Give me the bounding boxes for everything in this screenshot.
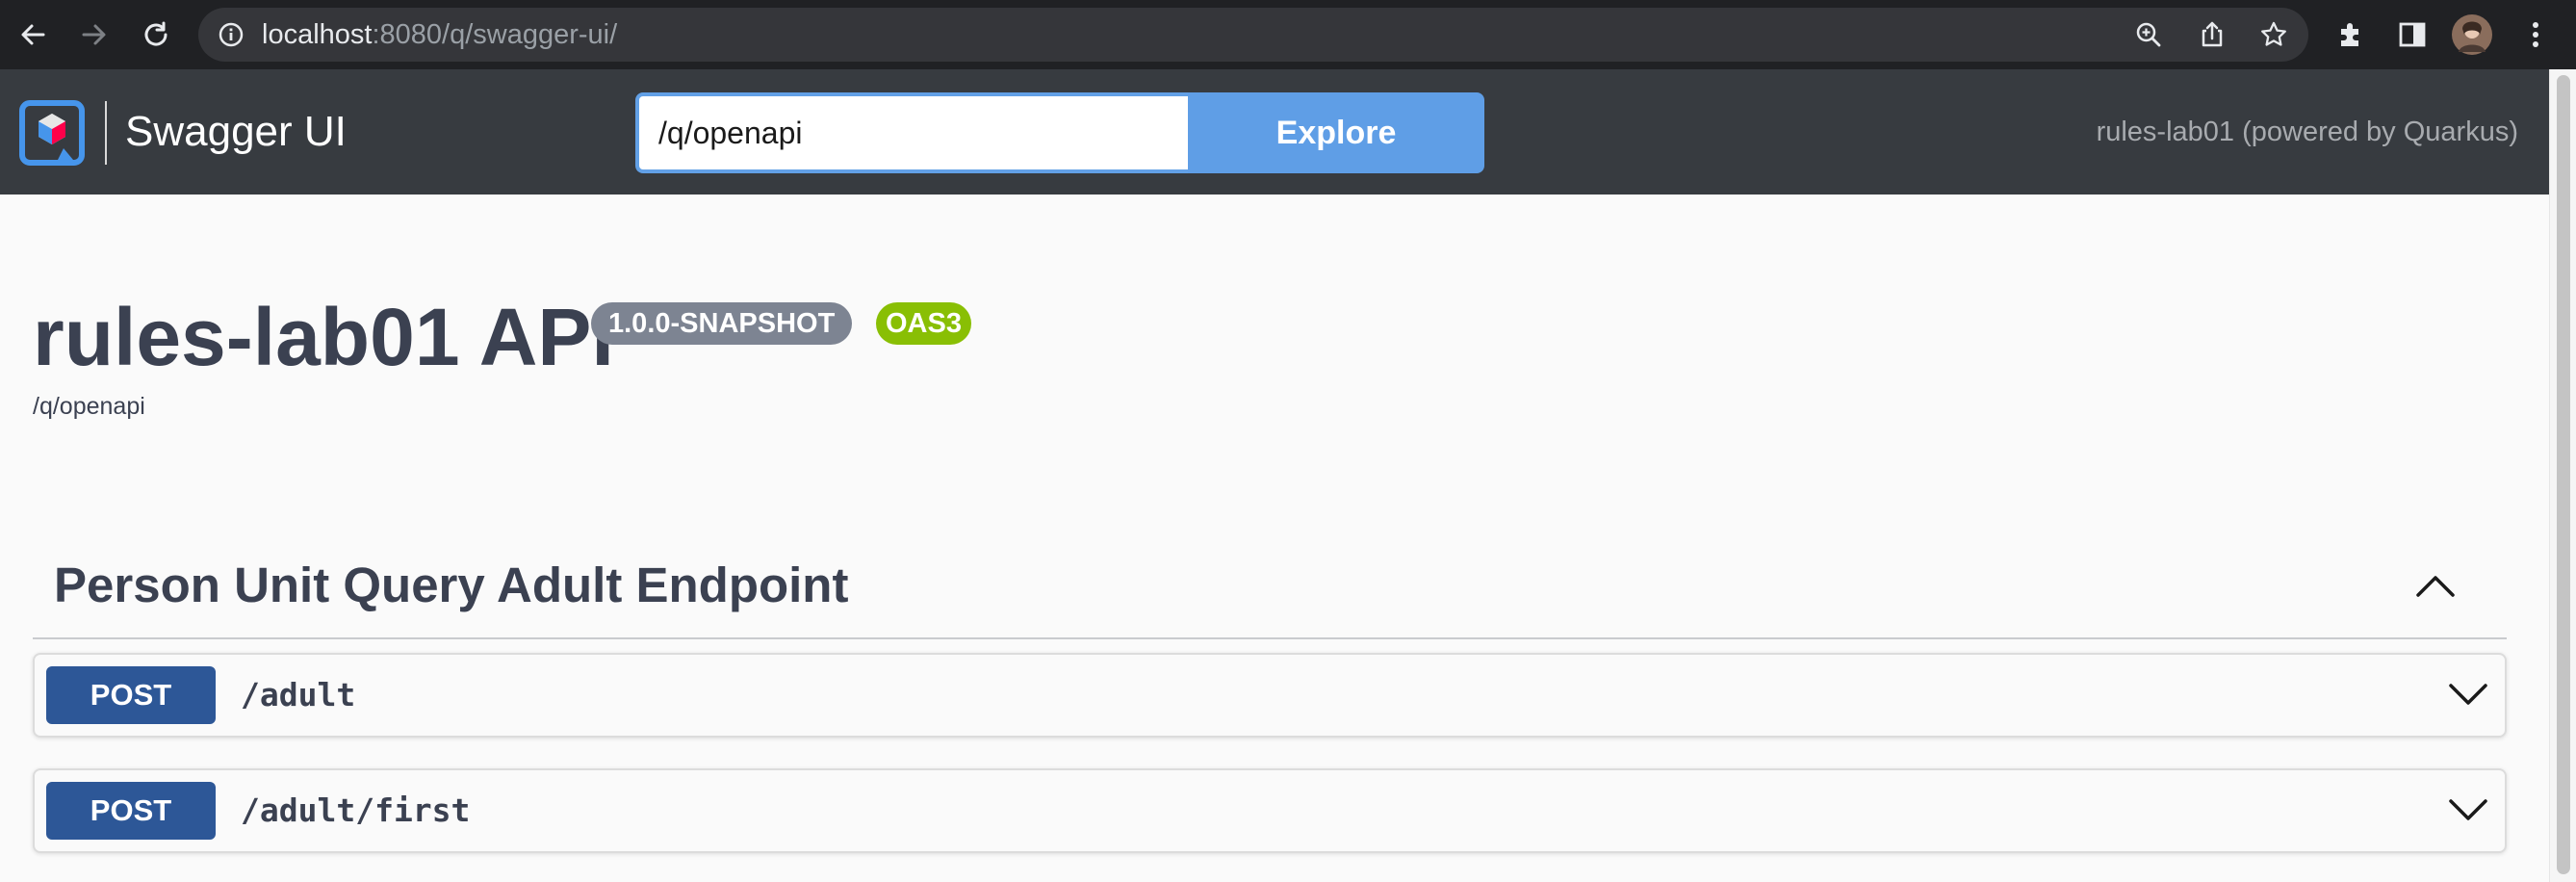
- address-url: localhost:8080/q/swagger-ui/: [262, 8, 617, 62]
- spec-url-link[interactable]: /q/openapi: [33, 393, 145, 421]
- version-badge: 1.0.0-SNAPSHOT: [591, 302, 853, 345]
- api-title: rules-lab01 API: [33, 292, 614, 382]
- arrow-right-icon[interactable]: [73, 13, 116, 56]
- swagger-logo-icon[interactable]: [19, 100, 85, 170]
- explore-button[interactable]: Explore: [1188, 92, 1484, 173]
- url-host: localhost: [262, 19, 373, 50]
- operation-post-adult-first[interactable]: POST /adult/first: [33, 768, 2507, 853]
- oas-badge: OAS3: [876, 302, 971, 345]
- page-scrollbar[interactable]: [2549, 69, 2576, 882]
- address-bar[interactable]: localhost:8080/q/swagger-ui/: [198, 8, 2308, 62]
- avatar[interactable]: [2451, 13, 2493, 56]
- logo-text[interactable]: Swagger UI: [125, 69, 347, 195]
- star-icon[interactable]: [2256, 17, 2291, 52]
- share-icon[interactable]: [2195, 17, 2229, 52]
- logo-divider: [105, 101, 107, 165]
- info-icon[interactable]: [218, 21, 245, 53]
- method-badge: POST: [46, 666, 216, 724]
- puzzle-icon[interactable]: [2330, 13, 2372, 56]
- chevron-down-icon[interactable]: [2445, 791, 2491, 830]
- kebab-menu-icon[interactable]: [2514, 13, 2557, 56]
- operation-path: /adult/first: [241, 791, 471, 829]
- zoom-icon[interactable]: [2131, 17, 2166, 52]
- arrow-left-icon[interactable]: [12, 13, 54, 56]
- scrollbar-thumb[interactable]: [2557, 75, 2570, 874]
- tag-header-person-unit-query-adult[interactable]: Person Unit Query Adult Endpoint: [33, 539, 2507, 639]
- reload-icon[interactable]: [135, 13, 177, 56]
- operation-path: /adult: [241, 676, 356, 713]
- method-badge: POST: [46, 782, 216, 840]
- side-panel-icon[interactable]: [2391, 13, 2434, 56]
- swagger-topbar: Swagger UI Explore rules-lab01 (powered …: [0, 69, 2576, 195]
- operation-post-adult[interactable]: POST /adult: [33, 653, 2507, 738]
- tag-title[interactable]: Person Unit Query Adult Endpoint: [54, 539, 848, 632]
- powered-by-text: rules-lab01 (powered by Quarkus): [2096, 117, 2518, 147]
- chevron-down-icon[interactable]: [2445, 676, 2491, 714]
- url-path: :8080/q/swagger-ui/: [372, 19, 618, 50]
- browser-toolbar: localhost:8080/q/swagger-ui/: [0, 0, 2576, 69]
- spec-url-input[interactable]: [635, 92, 1188, 173]
- chevron-up-icon[interactable]: [2412, 566, 2459, 605]
